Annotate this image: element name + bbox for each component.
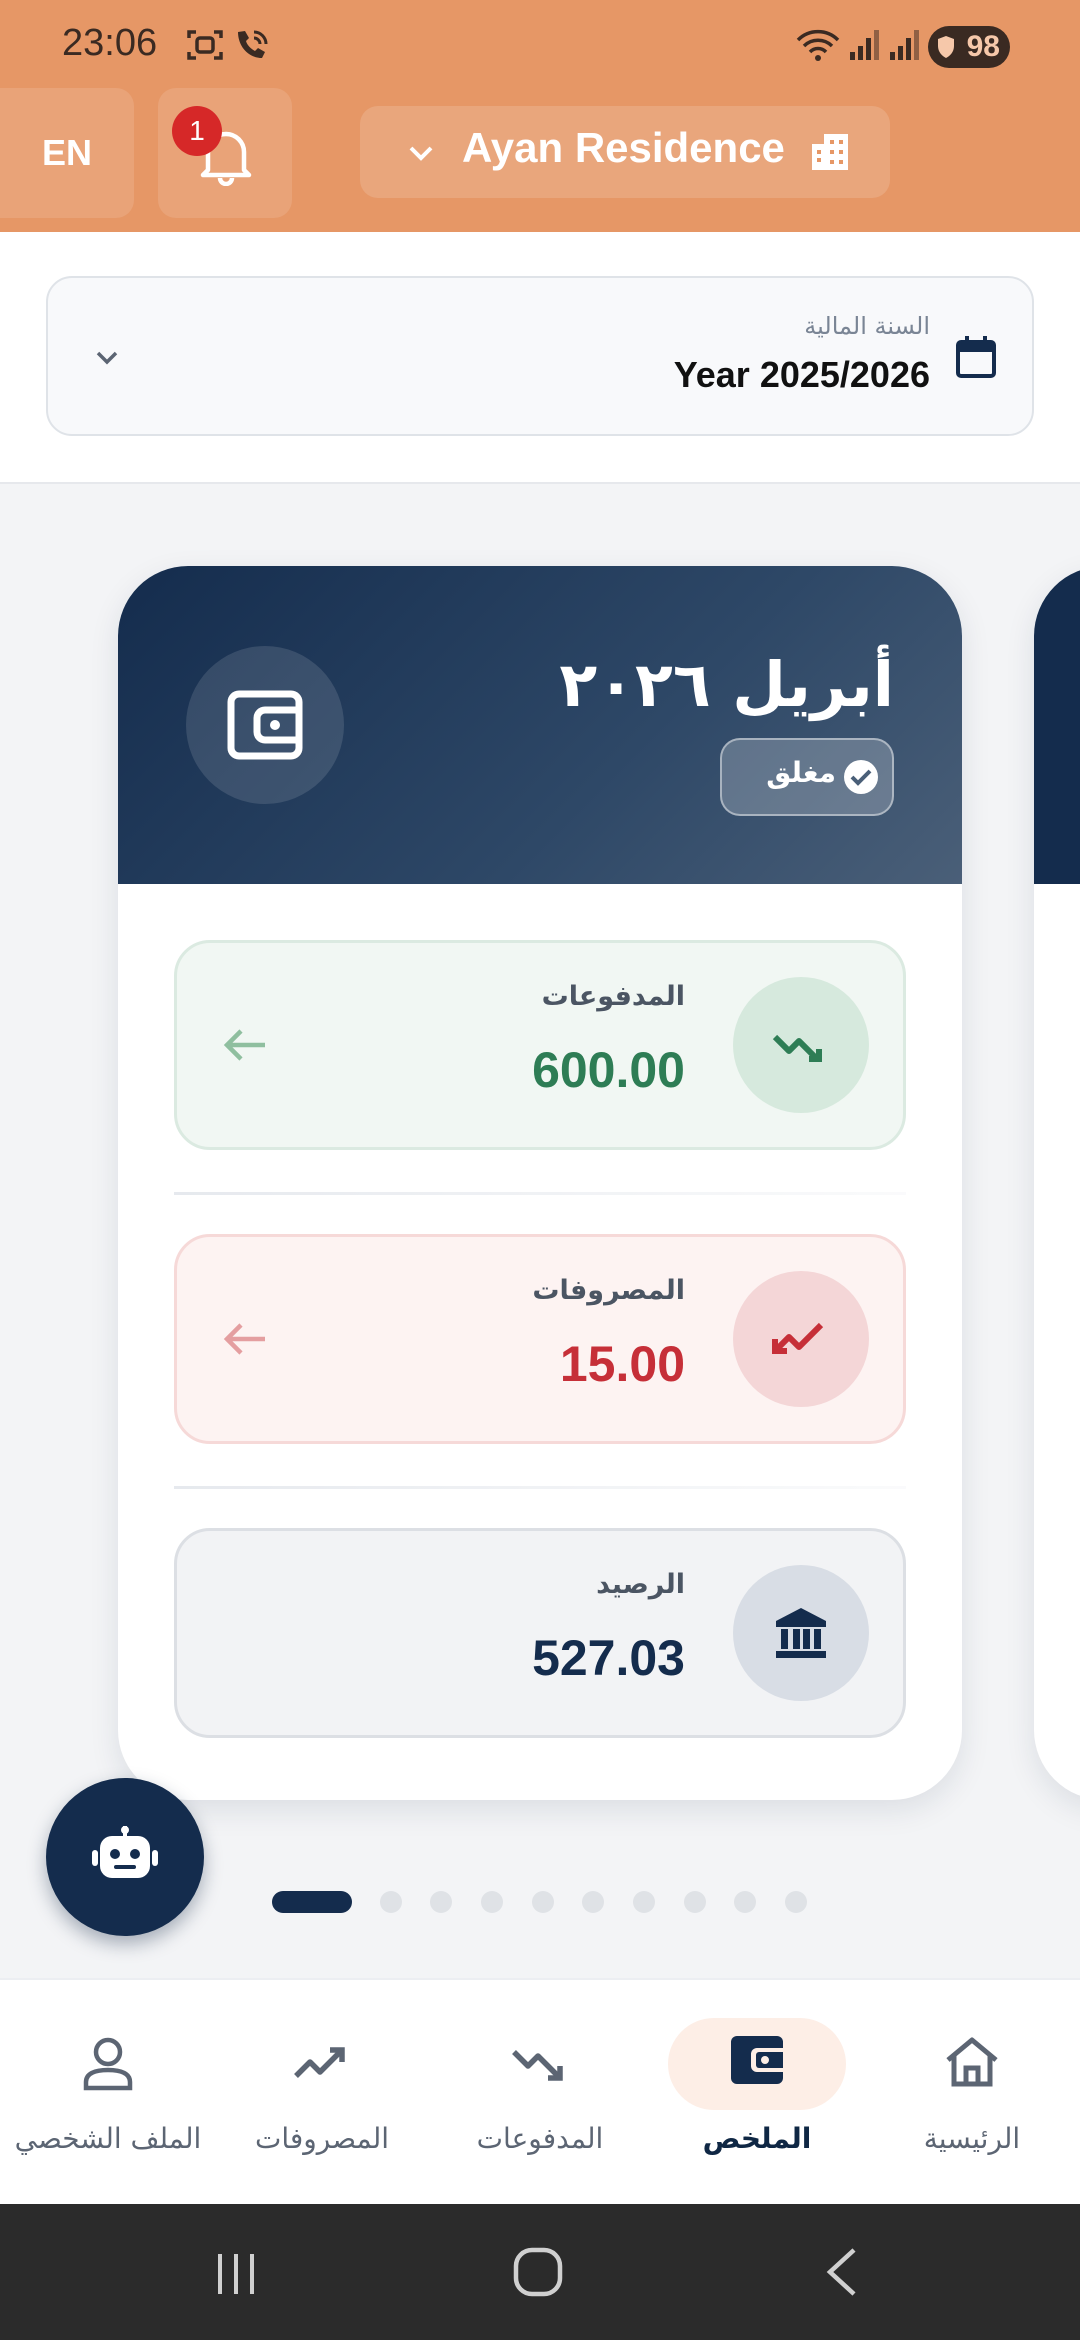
wifi-icon <box>796 29 840 61</box>
battery-indicator: 98 <box>928 26 1010 68</box>
robot-icon <box>92 1826 158 1878</box>
trend-up-icon <box>772 1034 822 1062</box>
nav-profile[interactable]: الملف الشخصي <box>8 2010 208 2180</box>
fiscal-year-value: Year 2025/2026 <box>673 354 930 395</box>
wallet-icon <box>731 2036 783 2084</box>
shield-icon <box>938 36 954 58</box>
fiscal-year-label: السنة المالية <box>804 312 930 340</box>
signal-icon-2 <box>890 30 919 60</box>
expenses-row[interactable]: المصروفات 15.00 <box>174 1234 906 1444</box>
status-bar: 23:06 98 <box>0 0 1080 86</box>
nav-home-label: الرئيسية <box>923 2122 1021 2155</box>
system-navigation-bar <box>0 2204 1080 2340</box>
signal-icon-1 <box>850 30 879 60</box>
trend-down-icon <box>294 2047 345 2078</box>
nav-summary-label: الملخص <box>702 2122 812 2155</box>
pager-dot[interactable] <box>481 1891 503 1913</box>
pager-dot[interactable] <box>582 1891 604 1913</box>
month-summary-card: أبريل ٢٠٢٦ مغلق المدفوعات 600.00 المصروف… <box>118 566 962 1800</box>
nav-expenses[interactable]: المصروفات <box>222 2010 422 2180</box>
nav-home[interactable]: الرئيسية <box>872 2010 1072 2180</box>
status-time: 23:06 <box>62 22 158 64</box>
property-name: Ayan Residence <box>462 124 785 171</box>
nav-payments-label: المدفوعات <box>476 2122 604 2155</box>
screen-record-icon <box>187 30 223 60</box>
battery-level: 98 <box>966 30 1000 63</box>
nav-payments[interactable]: المدفوعات <box>440 2010 640 2180</box>
balance-icon-circle <box>733 1565 869 1701</box>
arrow-left-icon <box>223 1029 265 1061</box>
payments-icon-circle <box>733 977 869 1113</box>
pager-dot[interactable] <box>430 1891 452 1913</box>
pager-dot[interactable] <box>785 1891 807 1913</box>
calendar-icon <box>956 336 996 378</box>
row-divider <box>174 1192 906 1195</box>
pager-dot[interactable] <box>734 1891 756 1913</box>
person-icon <box>83 2037 133 2091</box>
chevron-down-icon <box>409 146 433 161</box>
assistant-button[interactable] <box>46 1778 204 1936</box>
expenses-icon-circle <box>733 1271 869 1407</box>
arrow-left-icon <box>223 1323 265 1355</box>
notifications-button[interactable] <box>158 88 292 218</box>
expenses-label: المصروفات <box>532 1275 685 1306</box>
payments-label: المدفوعات <box>541 981 685 1012</box>
payments-value: 600.00 <box>532 1042 685 1098</box>
notification-badge: 1 <box>172 106 222 156</box>
balance-value: 527.03 <box>532 1630 685 1686</box>
pager-dot[interactable] <box>380 1891 402 1913</box>
nav-profile-label: الملف الشخصي <box>14 2122 202 2155</box>
wifi-call-icon <box>238 30 268 58</box>
expenses-value: 15.00 <box>559 1336 685 1392</box>
payments-row[interactable]: المدفوعات 600.00 <box>174 940 906 1150</box>
chevron-down-icon <box>96 351 118 365</box>
month-card-header: أبريل ٢٠٢٦ مغلق <box>118 566 962 884</box>
pager-dot-active[interactable] <box>272 1891 352 1913</box>
nav-summary[interactable]: الملخص <box>657 2010 857 2180</box>
month-title: أبريل ٢٠٢٦ <box>559 648 894 721</box>
next-month-card[interactable] <box>1034 566 1080 1800</box>
home-button-icon[interactable] <box>512 2246 564 2298</box>
balance-label: الرصيد <box>596 1569 685 1600</box>
nav-expenses-label: المصروفات <box>254 2122 390 2155</box>
trend-down-icon <box>772 1322 824 1354</box>
status-badge-label: مغلق <box>766 756 836 789</box>
pager-dot[interactable] <box>684 1891 706 1913</box>
bank-icon <box>776 1608 826 1658</box>
wallet-icon <box>227 690 303 760</box>
wallet-icon-circle <box>186 646 344 804</box>
check-circle-icon <box>844 760 878 794</box>
balance-row: الرصيد 527.03 <box>174 1528 906 1738</box>
trend-up-icon <box>512 2050 563 2081</box>
language-button[interactable]: EN <box>0 88 134 218</box>
back-icon[interactable] <box>822 2246 862 2298</box>
pager-dot[interactable] <box>532 1891 554 1913</box>
pager-dot[interactable] <box>633 1891 655 1913</box>
home-icon <box>946 2037 998 2087</box>
recent-apps-icon[interactable] <box>212 2250 260 2298</box>
building-icon <box>812 134 848 170</box>
row-divider <box>174 1486 906 1489</box>
